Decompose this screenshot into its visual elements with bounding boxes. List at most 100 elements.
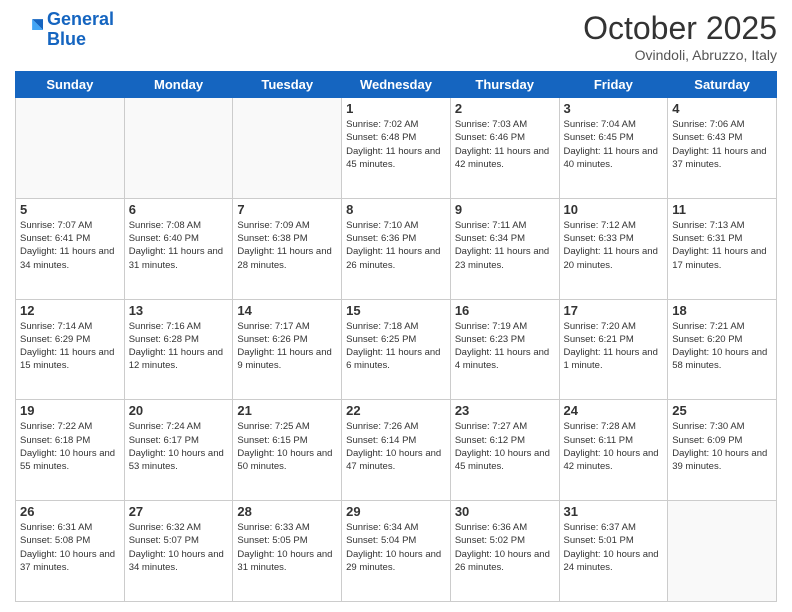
calendar-week-5: 26 Sunrise: 6:31 AM Sunset: 5:08 PM Dayli…	[16, 501, 777, 602]
month-title: October 2025	[583, 10, 777, 47]
day-info: Sunrise: 6:31 AM Sunset: 5:08 PM Dayligh…	[20, 521, 120, 574]
location: Ovindoli, Abruzzo, Italy	[583, 47, 777, 63]
day-info: Sunrise: 7:10 AM Sunset: 6:36 PM Dayligh…	[346, 219, 446, 272]
day-info: Sunrise: 7:04 AM Sunset: 6:45 PM Dayligh…	[564, 118, 664, 171]
calendar-cell: 7Sunrise: 7:09 AM Sunset: 6:38 PM Daylig…	[233, 198, 342, 299]
day-number: 31	[564, 504, 664, 519]
calendar-cell: 13 Sunrise: 7:16 AM Sunset: 6:28 PM Dayli…	[124, 299, 233, 400]
day-number: 13	[129, 303, 229, 318]
day-info: Sunrise: 7:16 AM Sunset: 6:28 PM Dayligh…	[129, 320, 229, 373]
day-info: Sunrise: 7:06 AM Sunset: 6:43 PM Dayligh…	[672, 118, 772, 171]
day-info: Sunrise: 7:24 AM Sunset: 6:17 PM Dayligh…	[129, 420, 229, 473]
day-number: 10	[564, 202, 664, 217]
day-info: Sunrise: 7:08 AM Sunset: 6:40 PM Dayligh…	[129, 219, 229, 272]
calendar-header-row: Sunday Monday Tuesday Wednesday Thursday…	[16, 72, 777, 98]
calendar-cell: 10Sunrise: 7:12 AM Sunset: 6:33 PM Dayli…	[559, 198, 668, 299]
day-number: 24	[564, 403, 664, 418]
calendar-cell: 23 Sunrise: 7:27 AM Sunset: 6:12 PM Dayli…	[450, 400, 559, 501]
day-number: 5	[20, 202, 120, 217]
logo: General Blue	[15, 10, 114, 50]
day-number: 15	[346, 303, 446, 318]
calendar-cell: 8 Sunrise: 7:10 AM Sunset: 6:36 PM Daylig…	[342, 198, 451, 299]
day-number: 28	[237, 504, 337, 519]
col-sunday: Sunday	[16, 72, 125, 98]
calendar-week-3: 12Sunrise: 7:14 AM Sunset: 6:29 PM Dayli…	[16, 299, 777, 400]
calendar-cell	[16, 98, 125, 199]
day-number: 11	[672, 202, 772, 217]
col-thursday: Thursday	[450, 72, 559, 98]
col-saturday: Saturday	[668, 72, 777, 98]
logo-general: General	[47, 9, 114, 29]
calendar-cell: 11 Sunrise: 7:13 AM Sunset: 6:31 PM Dayli…	[668, 198, 777, 299]
calendar-cell: 3Sunrise: 7:04 AM Sunset: 6:45 PM Daylig…	[559, 98, 668, 199]
day-info: Sunrise: 7:19 AM Sunset: 6:23 PM Dayligh…	[455, 320, 555, 373]
day-number: 30	[455, 504, 555, 519]
title-section: October 2025 Ovindoli, Abruzzo, Italy	[583, 10, 777, 63]
day-number: 7	[237, 202, 337, 217]
calendar-cell	[233, 98, 342, 199]
day-info: Sunrise: 7:28 AM Sunset: 6:11 PM Dayligh…	[564, 420, 664, 473]
day-number: 25	[672, 403, 772, 418]
day-info: Sunrise: 7:27 AM Sunset: 6:12 PM Dayligh…	[455, 420, 555, 473]
logo-icon	[15, 16, 43, 44]
day-number: 9	[455, 202, 555, 217]
calendar-cell: 2 Sunrise: 7:03 AM Sunset: 6:46 PM Daylig…	[450, 98, 559, 199]
day-number: 14	[237, 303, 337, 318]
calendar-week-2: 5 Sunrise: 7:07 AM Sunset: 6:41 PM Daylig…	[16, 198, 777, 299]
calendar-cell: 29 Sunrise: 6:34 AM Sunset: 5:04 PM Dayli…	[342, 501, 451, 602]
day-number: 1	[346, 101, 446, 116]
day-number: 23	[455, 403, 555, 418]
calendar-cell: 27Sunrise: 6:32 AM Sunset: 5:07 PM Dayli…	[124, 501, 233, 602]
day-info: Sunrise: 7:03 AM Sunset: 6:46 PM Dayligh…	[455, 118, 555, 171]
calendar-cell: 17 Sunrise: 7:20 AM Sunset: 6:21 PM Dayli…	[559, 299, 668, 400]
day-number: 4	[672, 101, 772, 116]
day-number: 20	[129, 403, 229, 418]
day-info: Sunrise: 6:34 AM Sunset: 5:04 PM Dayligh…	[346, 521, 446, 574]
calendar-table: Sunday Monday Tuesday Wednesday Thursday…	[15, 71, 777, 602]
calendar-cell: 28 Sunrise: 6:33 AM Sunset: 5:05 PM Dayli…	[233, 501, 342, 602]
calendar-page: General Blue October 2025 Ovindoli, Abru…	[0, 0, 792, 612]
calendar-cell: 25Sunrise: 7:30 AM Sunset: 6:09 PM Dayli…	[668, 400, 777, 501]
logo-text: General Blue	[47, 10, 114, 50]
day-number: 2	[455, 101, 555, 116]
day-info: Sunrise: 7:25 AM Sunset: 6:15 PM Dayligh…	[237, 420, 337, 473]
calendar-cell: 30 Sunrise: 6:36 AM Sunset: 5:02 PM Dayli…	[450, 501, 559, 602]
day-number: 6	[129, 202, 229, 217]
calendar-cell: 12Sunrise: 7:14 AM Sunset: 6:29 PM Dayli…	[16, 299, 125, 400]
calendar-cell: 31 Sunrise: 6:37 AM Sunset: 5:01 PM Dayli…	[559, 501, 668, 602]
col-tuesday: Tuesday	[233, 72, 342, 98]
day-number: 26	[20, 504, 120, 519]
day-info: Sunrise: 7:02 AM Sunset: 6:48 PM Dayligh…	[346, 118, 446, 171]
col-monday: Monday	[124, 72, 233, 98]
day-info: Sunrise: 7:22 AM Sunset: 6:18 PM Dayligh…	[20, 420, 120, 473]
day-info: Sunrise: 7:21 AM Sunset: 6:20 PM Dayligh…	[672, 320, 772, 373]
day-info: Sunrise: 7:26 AM Sunset: 6:14 PM Dayligh…	[346, 420, 446, 473]
calendar-cell: 19Sunrise: 7:22 AM Sunset: 6:18 PM Dayli…	[16, 400, 125, 501]
day-info: Sunrise: 7:18 AM Sunset: 6:25 PM Dayligh…	[346, 320, 446, 373]
day-info: Sunrise: 7:07 AM Sunset: 6:41 PM Dayligh…	[20, 219, 120, 272]
day-number: 17	[564, 303, 664, 318]
day-info: Sunrise: 7:11 AM Sunset: 6:34 PM Dayligh…	[455, 219, 555, 272]
day-info: Sunrise: 6:33 AM Sunset: 5:05 PM Dayligh…	[237, 521, 337, 574]
day-info: Sunrise: 7:14 AM Sunset: 6:29 PM Dayligh…	[20, 320, 120, 373]
day-info: Sunrise: 6:36 AM Sunset: 5:02 PM Dayligh…	[455, 521, 555, 574]
calendar-cell: 5 Sunrise: 7:07 AM Sunset: 6:41 PM Daylig…	[16, 198, 125, 299]
calendar-cell: 1 Sunrise: 7:02 AM Sunset: 6:48 PM Daylig…	[342, 98, 451, 199]
calendar-cell: 16Sunrise: 7:19 AM Sunset: 6:23 PM Dayli…	[450, 299, 559, 400]
calendar-cell: 26 Sunrise: 6:31 AM Sunset: 5:08 PM Dayli…	[16, 501, 125, 602]
day-number: 29	[346, 504, 446, 519]
calendar-cell: 14 Sunrise: 7:17 AM Sunset: 6:26 PM Dayli…	[233, 299, 342, 400]
day-number: 21	[237, 403, 337, 418]
calendar-cell	[124, 98, 233, 199]
calendar-cell: 18Sunrise: 7:21 AM Sunset: 6:20 PM Dayli…	[668, 299, 777, 400]
col-wednesday: Wednesday	[342, 72, 451, 98]
day-info: Sunrise: 7:20 AM Sunset: 6:21 PM Dayligh…	[564, 320, 664, 373]
logo-blue: Blue	[47, 29, 86, 49]
calendar-cell: 22Sunrise: 7:26 AM Sunset: 6:14 PM Dayli…	[342, 400, 451, 501]
day-info: Sunrise: 7:13 AM Sunset: 6:31 PM Dayligh…	[672, 219, 772, 272]
page-header: General Blue October 2025 Ovindoli, Abru…	[15, 10, 777, 63]
calendar-week-4: 19Sunrise: 7:22 AM Sunset: 6:18 PM Dayli…	[16, 400, 777, 501]
day-number: 8	[346, 202, 446, 217]
day-info: Sunrise: 6:37 AM Sunset: 5:01 PM Dayligh…	[564, 521, 664, 574]
day-info: Sunrise: 7:17 AM Sunset: 6:26 PM Dayligh…	[237, 320, 337, 373]
